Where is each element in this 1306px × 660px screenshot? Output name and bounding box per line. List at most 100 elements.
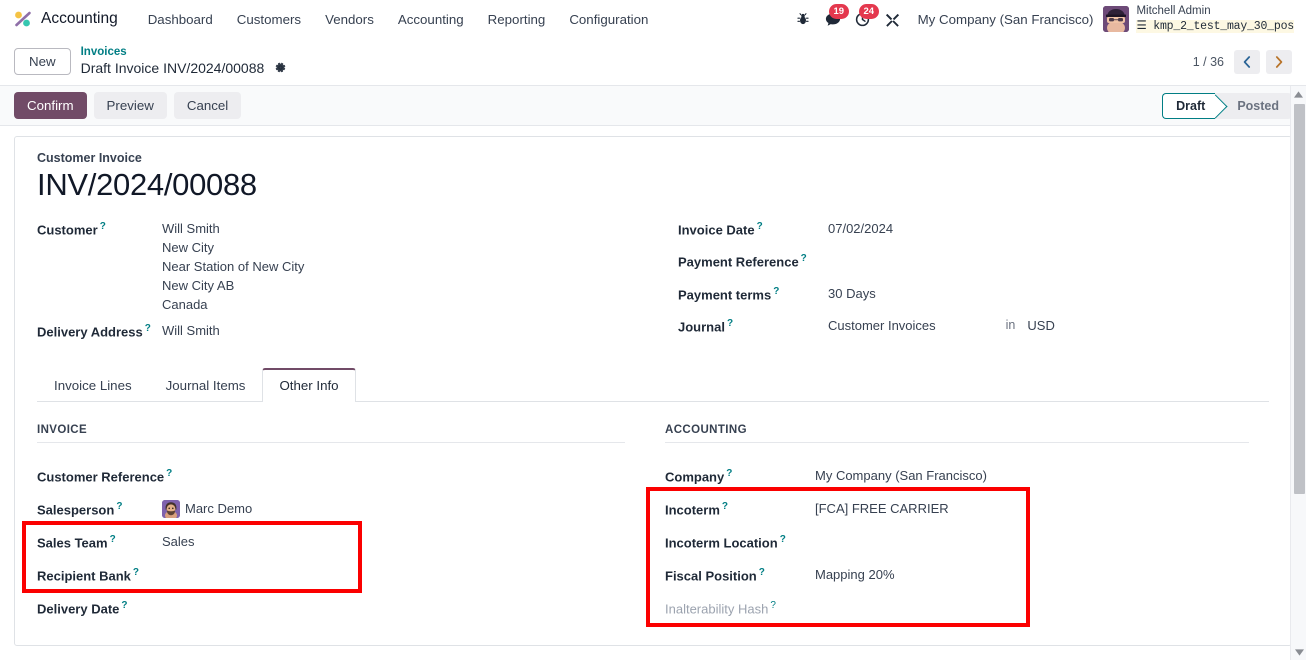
field-journal: Journal? Customer Invoices in USD	[678, 318, 1269, 334]
scroll-down-arrow-icon[interactable]	[1291, 644, 1306, 660]
scroll-up-arrow-icon[interactable]	[1291, 86, 1306, 102]
help-icon[interactable]: ?	[773, 286, 779, 297]
field-label-customer: Customer?	[37, 221, 106, 238]
messages-icon[interactable]: 19	[818, 4, 849, 32]
bug-icon[interactable]	[788, 6, 818, 32]
help-icon[interactable]: ?	[770, 600, 776, 611]
field-label-incoterm-location: Incoterm Location?	[665, 533, 786, 550]
field-label-salesperson: Salesperson?	[37, 500, 123, 517]
salesperson-value[interactable]: Marc Demo	[162, 499, 253, 518]
page-title: INV/2024/00088	[37, 167, 257, 202]
currency-value[interactable]: USD	[1027, 318, 1054, 333]
menu-item-reporting[interactable]: Reporting	[476, 6, 558, 33]
field-invoice-date: Invoice Date? 07/02/2024	[678, 221, 1269, 237]
breadcrumb-parent-invoices[interactable]: Invoices	[81, 45, 287, 59]
customer-country: Canada	[162, 297, 208, 312]
help-icon[interactable]: ?	[110, 534, 116, 545]
field-incoterm: Incoterm? [FCA] FREE CARRIER	[665, 492, 1249, 525]
activities-clock-icon[interactable]: 24	[848, 4, 879, 32]
delivery-address-value[interactable]: Will Smith	[162, 323, 220, 338]
help-icon[interactable]: ?	[722, 501, 728, 512]
status-badge-draft[interactable]: Draft	[1162, 92, 1216, 119]
activities-badge: 24	[859, 4, 879, 19]
new-record-button[interactable]: New	[14, 48, 71, 75]
help-icon[interactable]: ?	[121, 600, 127, 611]
help-icon[interactable]: ?	[100, 221, 106, 232]
menu-item-accounting[interactable]: Accounting	[386, 6, 476, 33]
fiscal-position-value[interactable]: Mapping 20%	[815, 567, 895, 582]
user-menu[interactable]: Mitchell Admin ☰ kmp_2_test_may_30_pos	[1103, 4, 1298, 34]
avatar	[1103, 6, 1130, 32]
odoo-accounting-logo-icon	[12, 8, 34, 30]
tab-journal-items[interactable]: Journal Items	[149, 368, 263, 402]
field-label-customer-reference: Customer Reference?	[37, 467, 173, 484]
journal-value[interactable]: Customer Invoices	[828, 318, 936, 333]
notebook-tabs: Invoice Lines Journal Items Other Info	[37, 368, 1269, 403]
user-name: Mitchell Admin	[1136, 4, 1211, 17]
field-label-company: Company?	[665, 467, 733, 484]
navbar-right: 19 24 My Company (San Francisco) Mitchel…	[788, 4, 1298, 34]
company-value[interactable]: My Company (San Francisco)	[815, 468, 987, 483]
menu-item-vendors[interactable]: Vendors	[313, 6, 386, 33]
currency-in-label: in	[1005, 317, 1016, 332]
field-company: Company? My Company (San Francisco)	[665, 459, 1249, 492]
accounting-section-title: ACCOUNTING	[665, 424, 1249, 444]
incoterm-value[interactable]: [FCA] FREE CARRIER	[815, 501, 949, 516]
menu-item-customers[interactable]: Customers	[225, 6, 313, 33]
app-brand-label: Accounting	[41, 10, 118, 27]
customer-address-value[interactable]: Will Smith New City Near Station of New …	[162, 221, 304, 316]
document-type-label: Customer Invoice	[37, 151, 142, 165]
header-columns: Customer? Will Smith New City Near Stati…	[37, 221, 1269, 346]
help-icon[interactable]: ?	[166, 468, 172, 479]
help-icon[interactable]: ?	[759, 567, 765, 578]
customer-name: Will Smith	[162, 221, 220, 236]
customer-city: New City	[162, 240, 215, 255]
pager-previous-button[interactable]	[1234, 49, 1260, 74]
invoice-section-title: INVOICE	[37, 424, 625, 444]
payment-terms-value[interactable]: 30 Days	[828, 286, 876, 301]
field-label-invoice-date: Invoice Date?	[678, 221, 763, 238]
gear-icon[interactable]	[274, 61, 287, 78]
preview-button[interactable]: Preview	[93, 92, 167, 119]
help-icon[interactable]: ?	[727, 318, 733, 329]
confirm-button[interactable]: Confirm	[14, 92, 87, 119]
field-label-inalterability-hash: Inalterability Hash?	[665, 599, 776, 616]
messages-badge: 19	[829, 4, 849, 19]
scrollbar-thumb[interactable]	[1294, 104, 1305, 494]
vertical-scrollbar[interactable]	[1290, 86, 1306, 660]
invoice-meta-column: Invoice Date? 07/02/2024 Payment Referen…	[662, 221, 1269, 346]
status-bar: Draft Posted	[1162, 92, 1292, 119]
field-incoterm-location: Incoterm Location?	[665, 525, 1249, 558]
sheet-container: Customer Invoice INV/2024/00088 Customer…	[0, 126, 1306, 646]
menu-item-configuration[interactable]: Configuration	[557, 6, 660, 33]
tab-invoice-lines[interactable]: Invoice Lines	[37, 368, 149, 402]
tab-other-info[interactable]: Other Info	[262, 368, 356, 403]
field-label-payment-terms: Payment terms?	[678, 285, 780, 302]
help-icon[interactable]: ?	[757, 221, 763, 232]
field-delivery-address: Delivery Address? Will Smith	[37, 323, 662, 339]
help-icon[interactable]: ?	[726, 468, 732, 479]
invoice-date-value[interactable]: 07/02/2024	[828, 221, 893, 236]
salesperson-name: Marc Demo	[185, 501, 253, 517]
app-brand[interactable]: Accounting	[12, 8, 118, 30]
invoice-sheet: Customer Invoice INV/2024/00088 Customer…	[14, 136, 1292, 646]
cancel-button[interactable]: Cancel	[173, 92, 242, 119]
field-label-delivery-date: Delivery Date?	[37, 599, 128, 616]
company-switcher[interactable]: My Company (San Francisco)	[908, 12, 1104, 27]
help-icon[interactable]: ?	[801, 253, 807, 264]
help-icon[interactable]: ?	[145, 323, 151, 334]
sales-team-value[interactable]: Sales	[162, 534, 195, 549]
field-customer: Customer? Will Smith New City Near Stati…	[37, 221, 662, 316]
field-inalterability-hash: Inalterability Hash?	[665, 591, 1249, 624]
action-bar: Confirm Preview Cancel Draft Posted	[0, 86, 1306, 126]
field-payment-reference: Payment Reference?	[678, 253, 1269, 269]
help-icon[interactable]: ?	[116, 501, 122, 512]
field-label-payment-reference: Payment Reference?	[678, 253, 807, 270]
help-icon[interactable]: ?	[780, 534, 786, 545]
tools-wrench-icon[interactable]	[878, 6, 908, 32]
pager-next-button[interactable]	[1266, 49, 1292, 74]
menu-item-dashboard[interactable]: Dashboard	[136, 6, 225, 33]
help-icon[interactable]: ?	[133, 567, 139, 578]
user-info: Mitchell Admin ☰ kmp_2_test_may_30_pos	[1136, 4, 1294, 34]
accounting-section: ACCOUNTING Company? My Company (San Fran…	[653, 424, 1269, 624]
